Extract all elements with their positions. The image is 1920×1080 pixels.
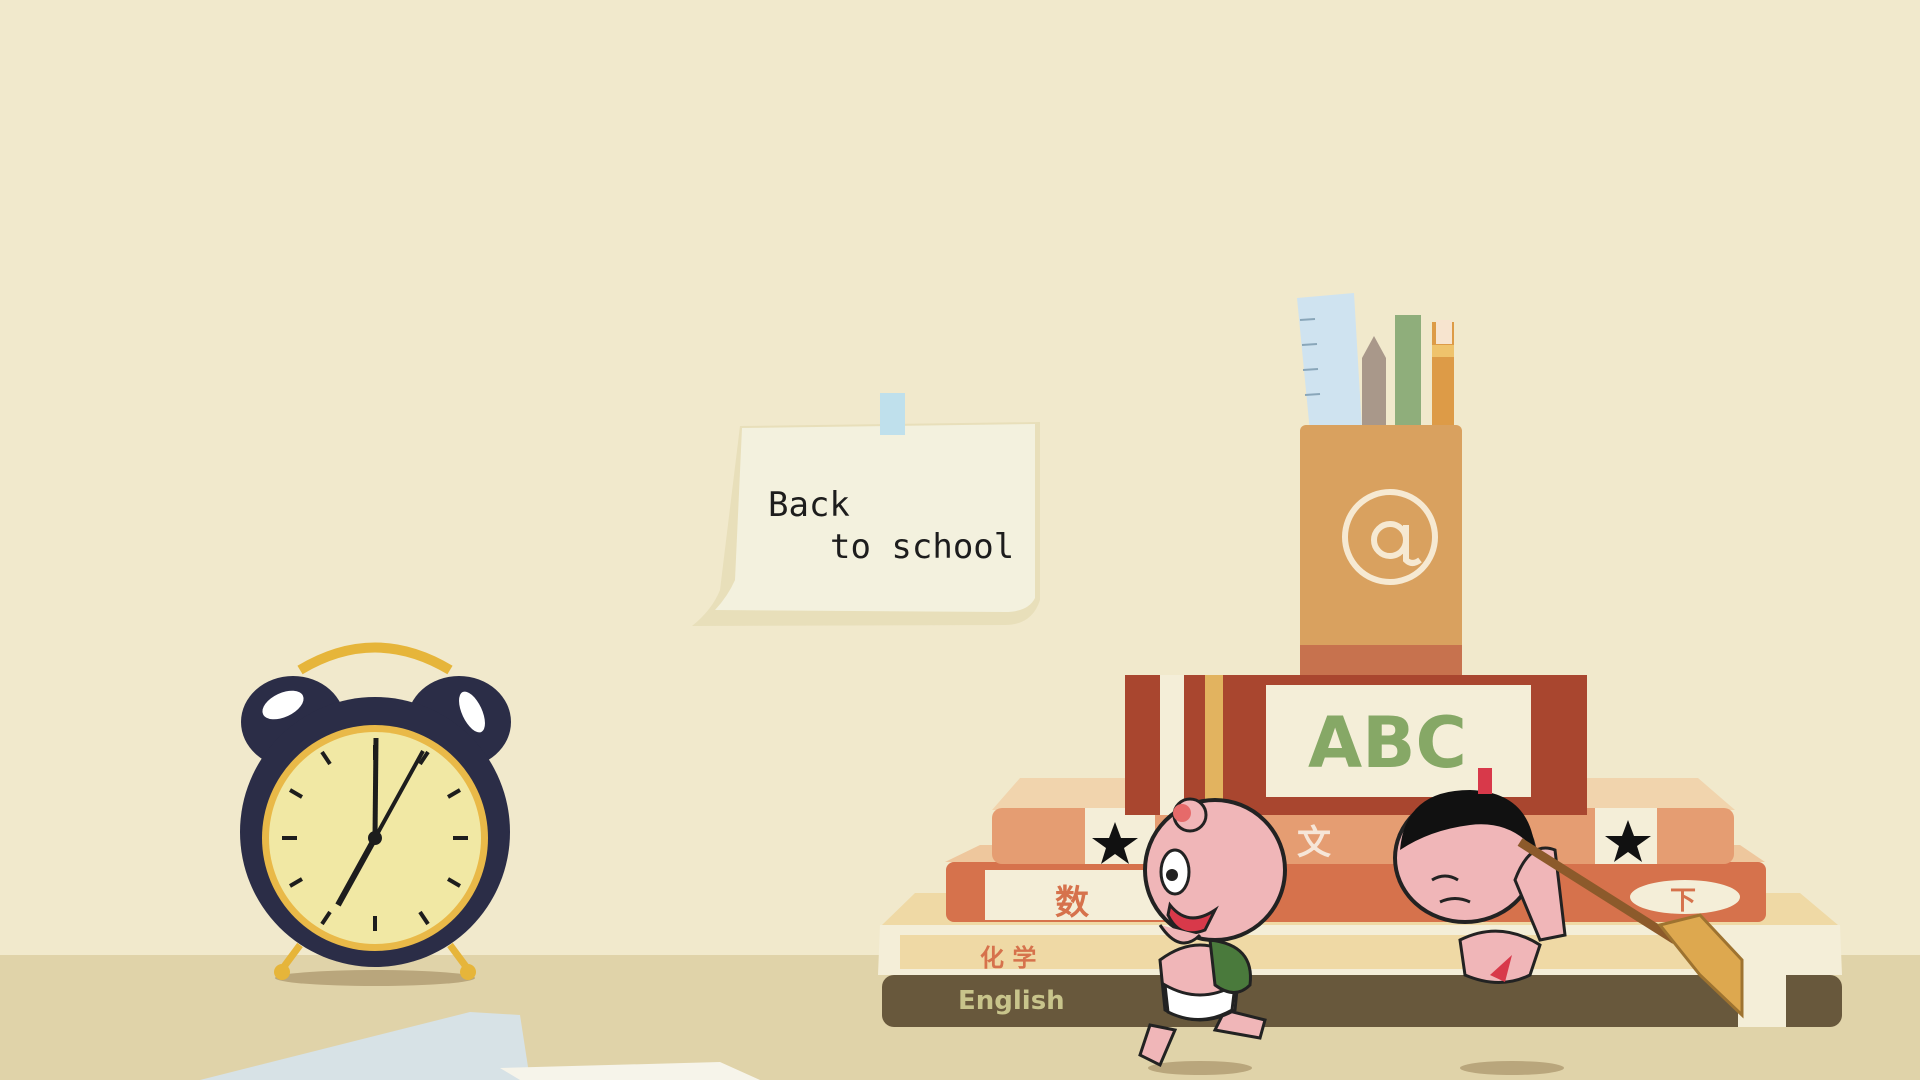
book-label-chemistry: 化 学 xyxy=(980,944,1037,972)
pencil-cup-icon xyxy=(1297,293,1462,675)
alarm-clock-icon xyxy=(240,642,511,986)
note-line-1: Back xyxy=(768,485,850,525)
paper-sheet xyxy=(200,1012,760,1080)
ruler-icon xyxy=(1297,293,1362,432)
book-label-chinese: 文 xyxy=(1297,823,1331,863)
book-label-abc: ABC xyxy=(1308,702,1467,784)
note-line-2: to school xyxy=(830,527,1015,567)
book-label-math: 数 xyxy=(1055,883,1089,923)
book-label-english: English xyxy=(958,986,1065,1016)
sticky-note xyxy=(692,393,1040,626)
book-label-extra: 下 xyxy=(1670,886,1697,916)
pencil-icon xyxy=(1362,336,1386,430)
